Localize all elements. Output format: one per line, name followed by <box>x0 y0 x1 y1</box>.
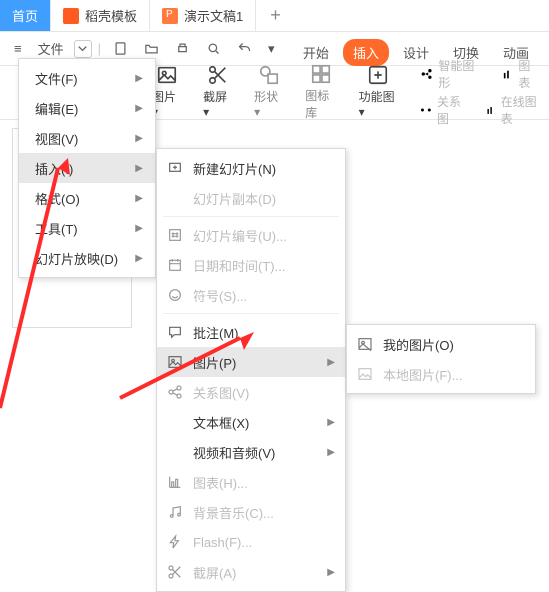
mi-date-time[interactable]: 日期和时间(T)... <box>157 250 345 280</box>
picture-submenu: 我的图片(O) 本地图片(F)... <box>346 324 536 394</box>
ribbon-smartart[interactable]: 智能图形 图表 <box>420 57 541 91</box>
mi-textbox[interactable]: 文本框(X)▶ <box>157 407 345 437</box>
ppt-icon <box>162 8 178 24</box>
chevron-right-icon: ▶ <box>327 447 335 458</box>
smartart-icon <box>420 67 433 81</box>
tab-presentation1[interactable]: 演示文稿1 <box>150 0 256 31</box>
iconlib-icon <box>310 63 332 85</box>
ribbon-relation[interactable]: 关系图 在线图表 <box>420 93 541 127</box>
scissors-icon <box>167 564 183 580</box>
chevron-right-icon: ▶ <box>135 103 143 114</box>
ribbon-btn-picture[interactable]: 图片 ▾ <box>152 64 181 119</box>
slide-icon <box>167 160 183 176</box>
mi-screenshot[interactable]: 截屏(A)▶ <box>157 557 345 587</box>
print-icon[interactable] <box>169 37 196 60</box>
my-picture-icon <box>357 336 373 352</box>
flash-icon <box>167 534 183 550</box>
menu-edit[interactable]: 编辑(E)▶ <box>19 93 155 123</box>
ribbon-right-group: 智能图形 图表 关系图 在线图表 <box>420 57 541 127</box>
new-icon[interactable] <box>107 37 134 60</box>
onlinechart-icon <box>484 103 496 117</box>
tab-docker[interactable]: 稻壳模板 <box>51 0 150 31</box>
chevron-right-icon: ▶ <box>135 133 143 144</box>
ribbon-btn-shapes[interactable]: 形状 ▾ <box>254 64 283 119</box>
calendar-icon <box>167 257 183 273</box>
ribbon-tab-home[interactable]: 开始 <box>293 39 339 66</box>
window-tabs: 首页 稻壳模板 演示文稿1 + <box>0 0 549 32</box>
music-icon <box>167 504 183 520</box>
mi-bgmusic[interactable]: 背景音乐(C)... <box>157 497 345 527</box>
chevron-right-icon: ▶ <box>327 417 335 428</box>
separator <box>163 216 339 217</box>
mi-duplicate-slide[interactable]: 幻灯片副本(D) <box>157 183 345 213</box>
annotation-arrow-1 <box>0 150 90 413</box>
mi-my-pictures[interactable]: 我的图片(O) <box>347 329 535 359</box>
open-icon[interactable] <box>138 37 165 60</box>
chevron-right-icon: ▶ <box>135 163 143 174</box>
mi-slide-number[interactable]: 幻灯片编号(U)... <box>157 220 345 250</box>
tab-label: 稻壳模板 <box>85 6 137 25</box>
scissors-icon <box>207 64 229 86</box>
ribbon-btn-screenshot[interactable]: 截屏 ▾ <box>203 64 232 119</box>
shapes-icon <box>258 64 280 86</box>
mi-new-slide[interactable]: 新建幻灯片(N) <box>157 153 345 183</box>
redo-icon[interactable]: ▾ <box>262 37 281 61</box>
tab-home[interactable]: 首页 <box>0 0 51 31</box>
preview-icon[interactable] <box>200 37 227 60</box>
docker-icon <box>63 8 79 24</box>
ribbon-btn-iconlib[interactable]: 图标库 <box>305 63 336 121</box>
picture-icon <box>156 64 178 86</box>
file-menu-dropdown[interactable] <box>74 40 92 58</box>
hamburger-icon[interactable]: ≡ <box>8 37 28 60</box>
mi-flash[interactable]: Flash(F)... <box>157 527 345 557</box>
local-picture-icon <box>357 366 373 382</box>
mi-video-audio[interactable]: 视频和音频(V)▶ <box>157 437 345 467</box>
tab-label: 首页 <box>12 6 38 25</box>
tab-label: 演示文稿1 <box>184 6 243 25</box>
chevron-right-icon: ▶ <box>135 73 143 84</box>
annotation-arrow-2 <box>120 280 280 403</box>
funcchart-icon <box>367 64 389 86</box>
chevron-right-icon: ▶ <box>327 357 335 368</box>
chevron-right-icon: ▶ <box>135 223 143 234</box>
chart-icon <box>500 67 513 81</box>
mi-local-pictures[interactable]: 本地图片(F)... <box>347 359 535 389</box>
ribbon-btn-funcchart[interactable]: 功能图 ▾ <box>359 64 399 119</box>
mi-chart[interactable]: 图表(H)... <box>157 467 345 497</box>
relation-icon <box>420 103 432 117</box>
number-icon <box>167 227 183 243</box>
chevron-right-icon: ▶ <box>135 253 143 264</box>
menu-view[interactable]: 视图(V)▶ <box>19 123 155 153</box>
chevron-right-icon: ▶ <box>135 193 143 204</box>
chevron-right-icon: ▶ <box>327 567 335 578</box>
menu-file[interactable]: 文件(F)▶ <box>19 63 155 93</box>
chart-icon <box>167 474 183 490</box>
undo-icon[interactable] <box>231 37 258 60</box>
tab-add[interactable]: + <box>256 0 295 31</box>
ribbon-tab-insert[interactable]: 插入 <box>343 39 389 66</box>
